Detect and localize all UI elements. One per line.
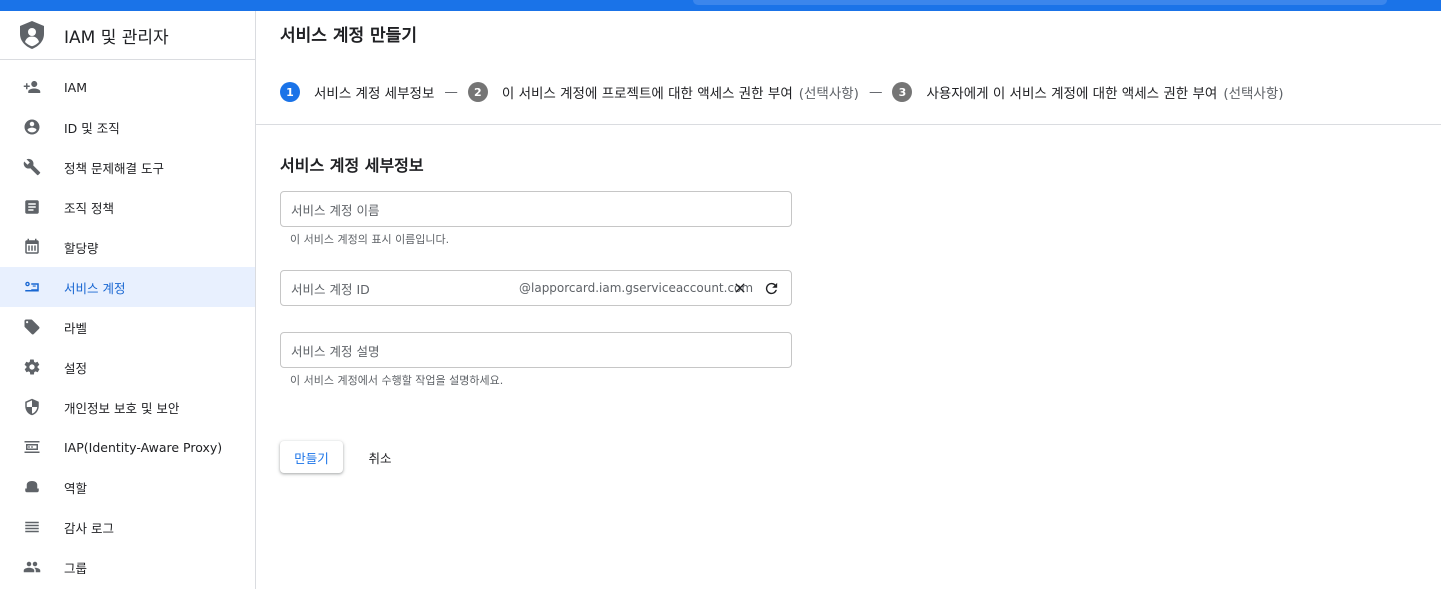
role-hat-icon — [23, 478, 41, 496]
sidebar-item-label: 조직 정책 — [64, 200, 114, 216]
sidebar-item-settings[interactable]: 설정 — [0, 347, 255, 387]
step-2-number[interactable]: 2 — [467, 82, 488, 102]
step-2-optional: (선택사항) — [798, 86, 859, 102]
search-bar[interactable] — [693, 0, 1387, 5]
shield-person-icon — [18, 20, 46, 50]
close-icon[interactable] — [730, 278, 750, 298]
step-1-number[interactable]: 1 — [280, 82, 300, 102]
sidebar-item-label: IAP(Identity-Aware Proxy) — [64, 439, 223, 455]
sidebar-item-label: 할당량 — [64, 240, 99, 256]
sidebar-item-org-policies[interactable]: 조직 정책 — [0, 187, 255, 227]
sidebar-item-label: 정책 문제해결 도구 — [64, 160, 164, 176]
sidebar-item-groups[interactable]: 그룹 — [0, 547, 255, 587]
sidebar-item-label: 서비스 계정 — [64, 280, 126, 296]
list-lines-icon — [23, 518, 41, 536]
sidebar-item-privacy-security[interactable]: 개인정보 보호 및 보안 — [0, 387, 255, 427]
main-content: 서비스 계정 만들기 1 서비스 계정 세부정보 — 2 이 서비스 계정에 프… — [256, 11, 1441, 589]
sidebar-item-label: 설정 — [64, 360, 88, 376]
cancel-button[interactable]: 취소 — [358, 441, 402, 473]
sidebar-nav: IAM ID 및 조직 정책 문제해결 도구 조직 정책 할당량 서비스 계정 … — [0, 60, 255, 587]
sidebar-item-label: IAM — [64, 79, 88, 95]
security-shield-icon — [23, 398, 41, 416]
sidebar-item-label: 개인정보 보호 및 보안 — [64, 400, 180, 416]
sidebar-item-label: 감사 로그 — [64, 520, 114, 536]
create-button[interactable]: 만들기 — [280, 441, 343, 473]
sidebar-item-iap[interactable]: IAP(Identity-Aware Proxy) — [0, 427, 255, 467]
stepper: 1 서비스 계정 세부정보 — 2 이 서비스 계정에 프로젝트에 대한 액세스… — [280, 77, 1284, 107]
page-title: 서비스 계정 만들기 — [280, 26, 417, 46]
sidebar-item-label: 그룹 — [64, 560, 88, 576]
sidebar-item-labels[interactable]: 라벨 — [0, 307, 255, 347]
service-account-name-field[interactable]: 서비스 계정 이름 — [280, 191, 792, 227]
sidebar-item-roles[interactable]: 역할 — [0, 467, 255, 507]
service-account-name-hint: 이 서비스 계정의 표시 이름입니다. — [290, 233, 450, 246]
sidebar: IAM 및 관리자 IAM ID 및 조직 정책 문제해결 도구 조직 정책 할… — [0, 11, 256, 589]
account-circle-icon — [23, 118, 41, 136]
sidebar-item-label: ID 및 조직 — [64, 120, 120, 136]
service-account-id-field[interactable]: 서비스 계정 ID @lapporcard.iam.gserviceaccoun… — [280, 270, 792, 306]
service-account-description-placeholder: 서비스 계정 설명 — [291, 343, 380, 359]
step-3-label[interactable]: 사용자에게 이 서비스 계정에 대한 액세스 권한 부여 — [926, 82, 1217, 102]
step-3-optional: (선택사항) — [1223, 86, 1284, 102]
step-separator: — — [444, 84, 458, 100]
service-account-icon — [23, 278, 41, 296]
step-2-label[interactable]: 이 서비스 계정에 프로젝트에 대한 액세스 권한 부여 — [502, 82, 793, 102]
service-account-id-suffix: @lapporcard.iam.gserviceaccount.com — [519, 281, 754, 295]
calendar-icon — [23, 238, 41, 256]
sidebar-item-identity[interactable]: ID 및 조직 — [0, 107, 255, 147]
sidebar-item-label: 역할 — [64, 480, 88, 496]
group-icon — [23, 558, 41, 576]
sidebar-item-iam[interactable]: IAM — [0, 67, 255, 107]
service-account-name-placeholder: 서비스 계정 이름 — [291, 202, 380, 218]
iap-icon — [23, 438, 41, 456]
sidebar-item-label: 라벨 — [64, 320, 88, 336]
service-account-id-placeholder: 서비스 계정 ID — [291, 281, 370, 297]
sidebar-item-quotas[interactable]: 할당량 — [0, 227, 255, 267]
label-icon — [23, 318, 41, 336]
sidebar-item-audit-logs[interactable]: 감사 로그 — [0, 507, 255, 547]
wrench-icon — [23, 158, 41, 176]
service-account-description-hint: 이 서비스 계정에서 수행할 작업을 설명하세요. — [290, 374, 504, 387]
article-icon — [23, 198, 41, 216]
sidebar-item-policy-troubleshooter[interactable]: 정책 문제해결 도구 — [0, 147, 255, 187]
step-separator: — — [868, 84, 883, 100]
gear-icon — [23, 358, 41, 376]
section-title: 서비스 계정 세부정보 — [280, 156, 424, 175]
service-account-description-field[interactable]: 서비스 계정 설명 — [280, 332, 792, 368]
sidebar-header: IAM 및 관리자 — [0, 11, 255, 60]
step-3-number[interactable]: 3 — [892, 82, 913, 102]
step-1-label[interactable]: 서비스 계정 세부정보 — [314, 82, 434, 102]
app-title: IAM 및 관리자 — [64, 27, 169, 48]
top-app-bar — [0, 0, 1441, 11]
refresh-icon[interactable] — [761, 278, 781, 298]
sidebar-item-service-accounts[interactable]: 서비스 계정 — [0, 267, 255, 307]
divider — [256, 124, 1441, 125]
person-add-icon — [23, 78, 41, 96]
